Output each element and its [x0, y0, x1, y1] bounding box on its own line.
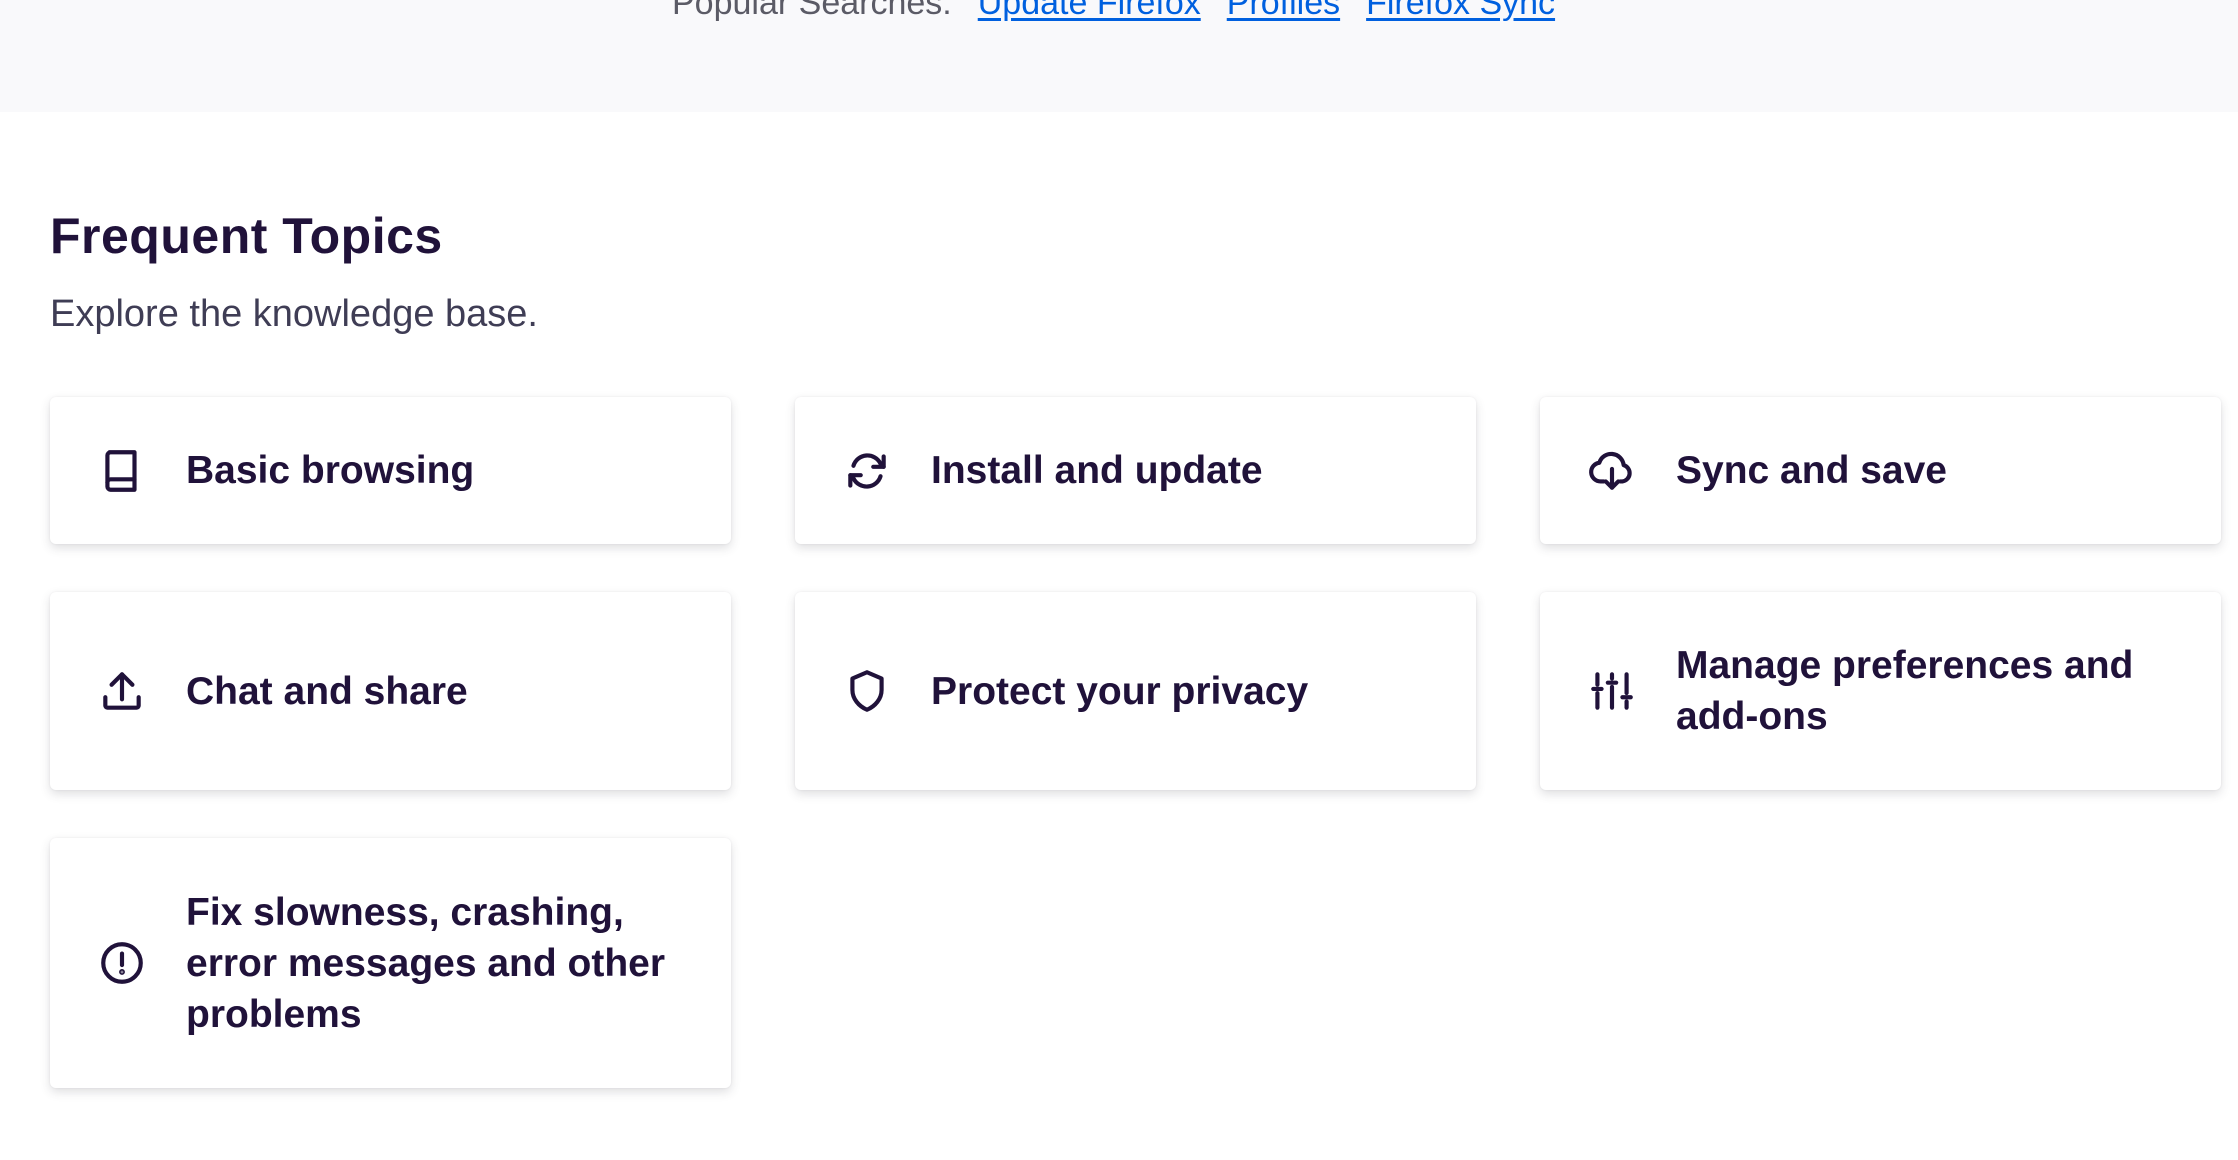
upload-icon	[96, 665, 148, 717]
topic-card-install-update[interactable]: Install and update	[795, 397, 1476, 544]
search-hero-band: Popular Searches: Update Firefox Profile…	[0, 0, 2238, 112]
topic-card-chat-share[interactable]: Chat and share	[50, 592, 731, 790]
topic-card-sync-save[interactable]: Sync and save	[1540, 397, 2221, 544]
topic-label: Manage preferences and add-ons	[1676, 644, 2134, 738]
popular-link-firefox-sync[interactable]: Firefox Sync	[1366, 0, 1555, 20]
frequent-topics-section: Frequent Topics Explore the knowledge ba…	[50, 204, 2220, 338]
topic-card-manage-preferences[interactable]: Manage preferences and add-ons	[1540, 592, 2221, 790]
topic-label: Chat and share	[186, 669, 468, 713]
topic-card-fix-problems[interactable]: Fix slowness, crashing, error messages a…	[50, 838, 731, 1088]
topic-card-basic-browsing[interactable]: Basic browsing	[50, 397, 731, 544]
book-icon	[96, 445, 148, 497]
popular-searches: Popular Searches: Update Firefox Profile…	[672, 0, 1555, 20]
shield-icon	[841, 665, 893, 717]
sliders-icon	[1586, 665, 1638, 717]
topic-label: Sync and save	[1676, 449, 1947, 492]
popular-link-profiles[interactable]: Profiles	[1227, 0, 1340, 20]
topic-label: Fix slowness, crashing, error messages a…	[186, 890, 666, 1036]
section-subtitle: Explore the knowledge base.	[50, 293, 538, 335]
section-title: Frequent Topics	[50, 208, 443, 264]
topic-label: Basic browsing	[186, 449, 475, 492]
topic-label: Install and update	[931, 449, 1263, 492]
refresh-icon	[841, 445, 893, 497]
popular-link-update-firefox[interactable]: Update Firefox	[978, 0, 1201, 20]
cloud-download-icon	[1586, 445, 1638, 497]
alert-circle-icon	[96, 937, 148, 989]
topic-label: Protect your privacy	[931, 669, 1309, 713]
topics-grid: Basic browsing Install and update Sync a…	[50, 397, 2221, 1088]
popular-searches-label: Popular Searches:	[672, 0, 952, 22]
topic-card-protect-privacy[interactable]: Protect your privacy	[795, 592, 1476, 790]
